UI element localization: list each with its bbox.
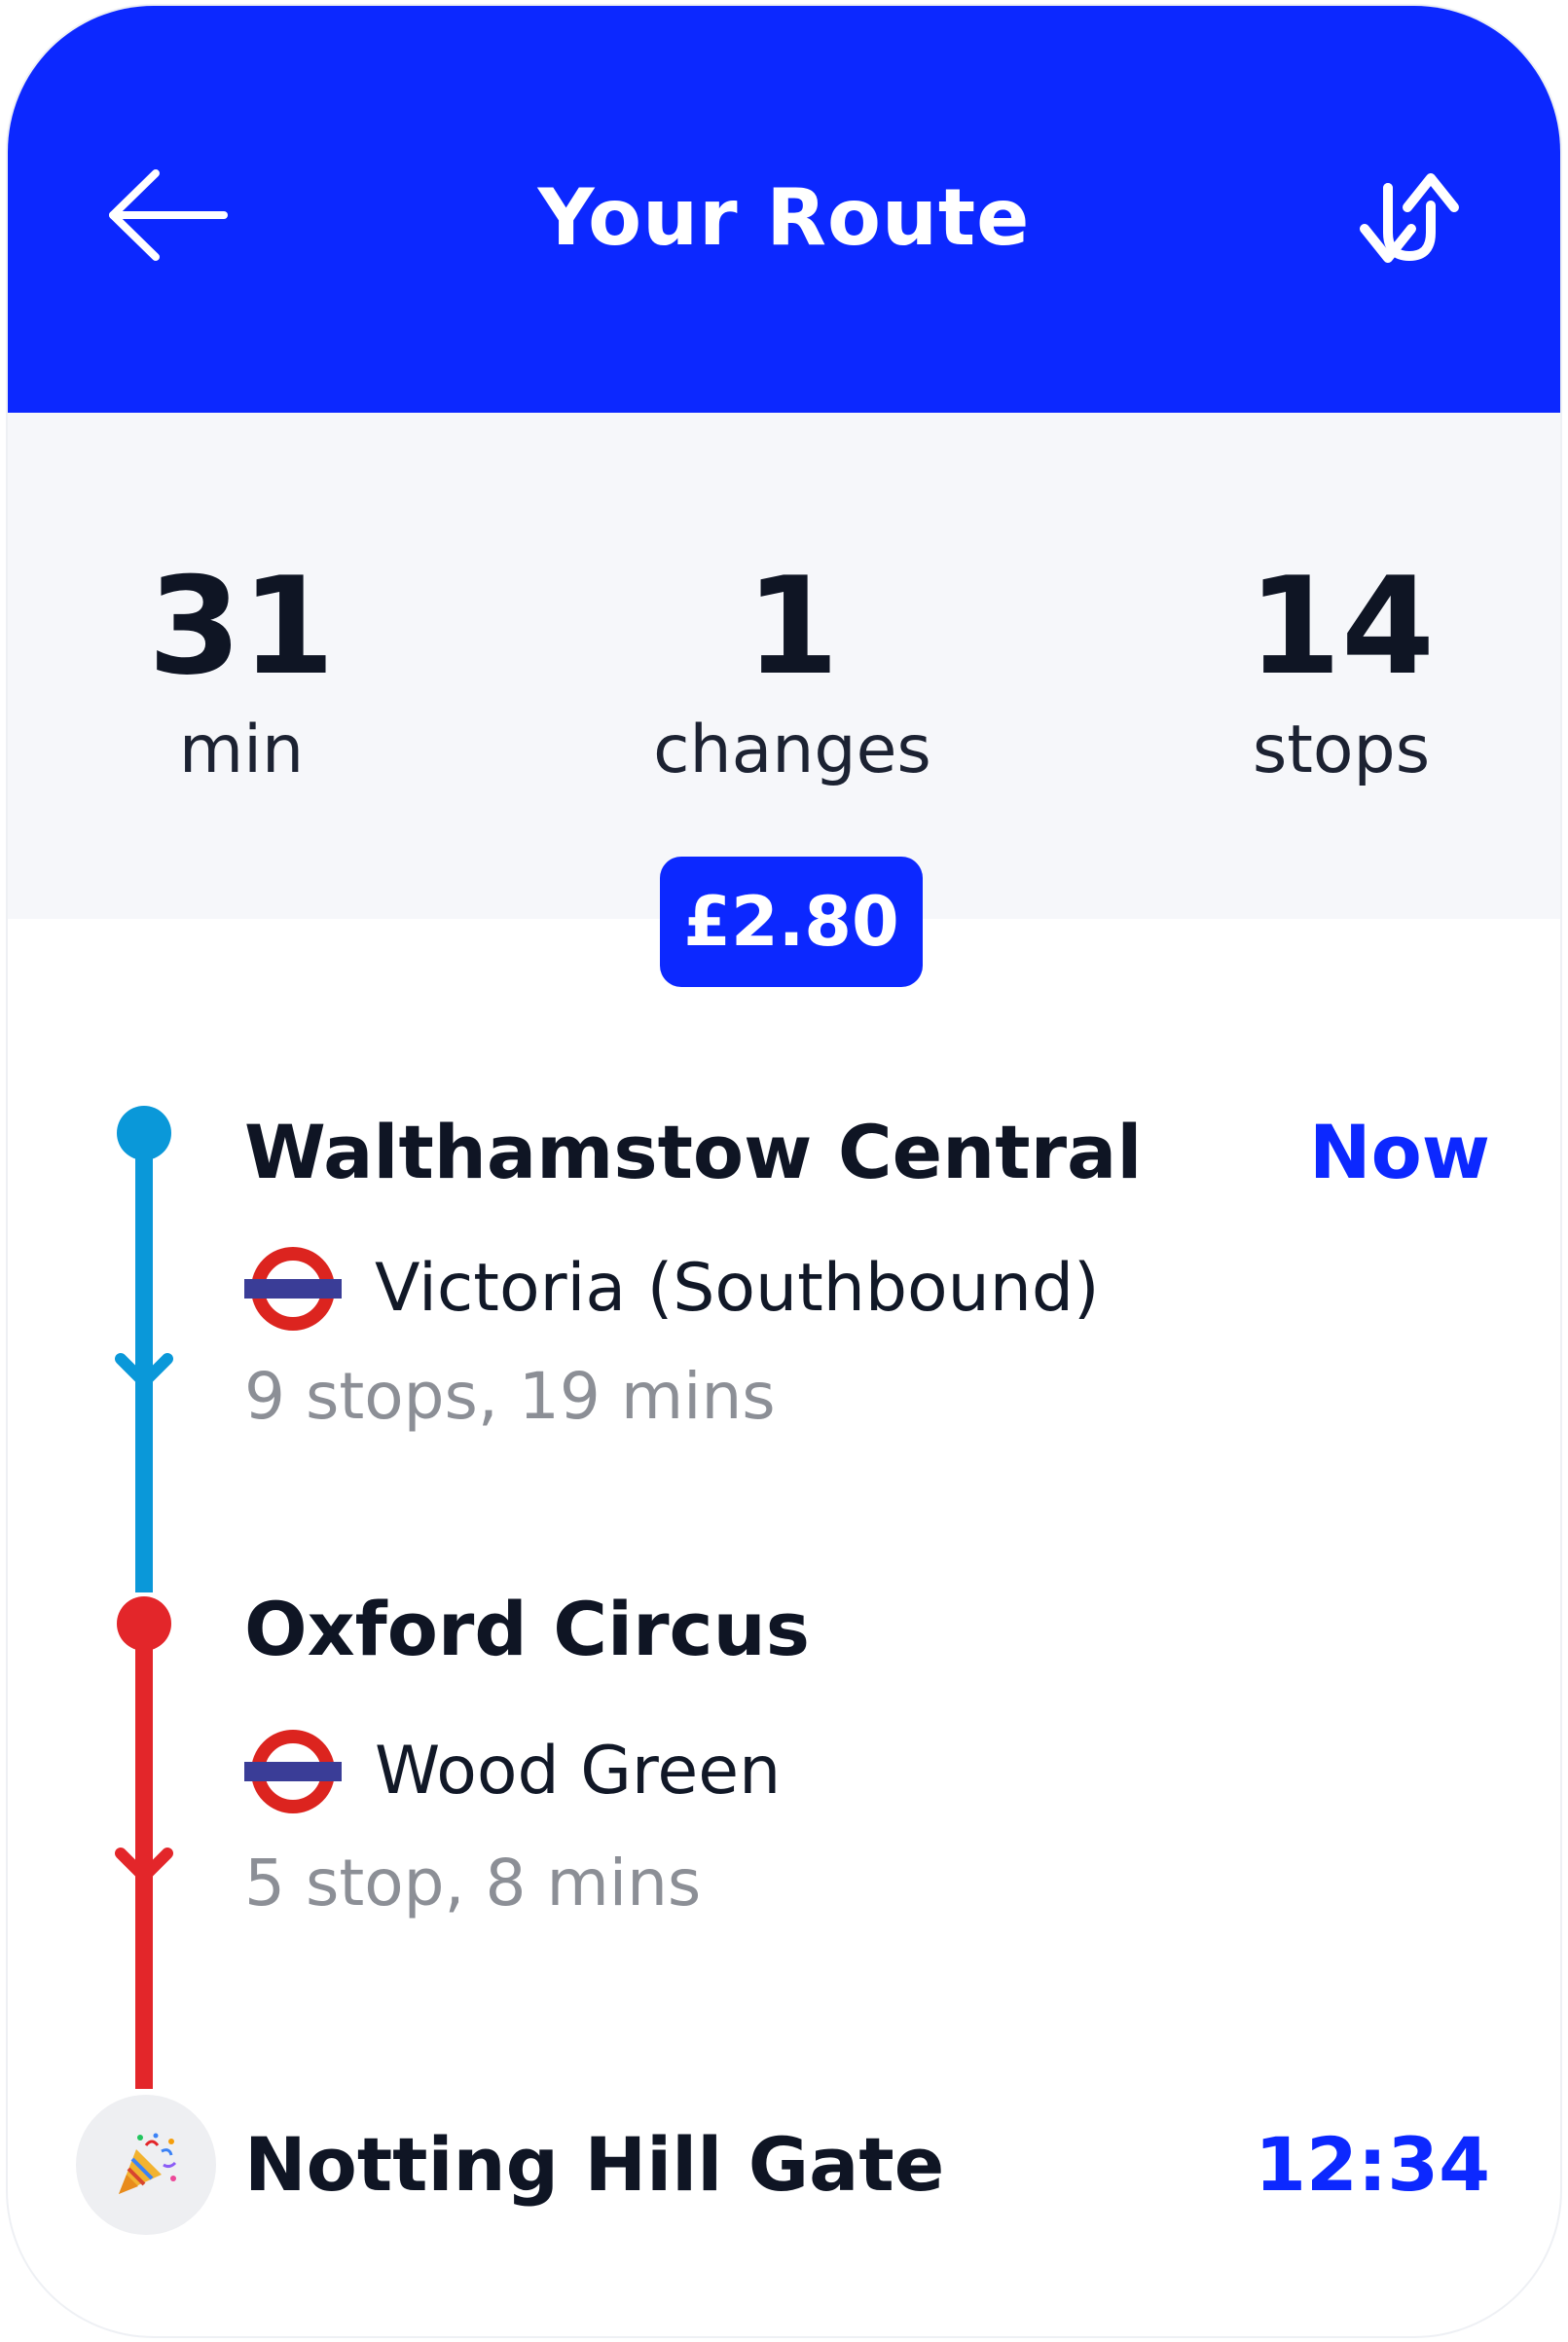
line-name: Victoria (Southbound) [375, 1250, 1100, 1327]
change-station-name[interactable]: Oxford Circus [244, 1583, 810, 1676]
destination-badge [76, 2095, 216, 2235]
london-underground-roundel-icon [244, 1247, 342, 1331]
origin-stop-dot [117, 1106, 171, 1160]
london-underground-roundel-icon [244, 1730, 342, 1813]
origin-departure-time: Now [1308, 1109, 1490, 1195]
party-popper-icon [119, 2133, 177, 2194]
leg-line-row[interactable]: Wood Green [244, 1725, 781, 1818]
leg-stops-duration: 9 stops, 19 mins [244, 1359, 776, 1434]
leg-stops-duration: 5 stop, 8 mins [244, 1846, 702, 1921]
origin-station-name[interactable]: Walthamstow Central [244, 1106, 1142, 1199]
leg-line-row[interactable]: Victoria (Southbound) [244, 1242, 1100, 1336]
change-stop-dot [117, 1596, 171, 1651]
route-card: Your Route 31 min 1 changes 14 stops £2.… [8, 6, 1560, 2336]
destination-station-name[interactable]: Notting Hill Gate [244, 2118, 944, 2212]
arrival-time: 12:34 [1255, 2121, 1490, 2208]
line-name: Wood Green [375, 1733, 782, 1810]
